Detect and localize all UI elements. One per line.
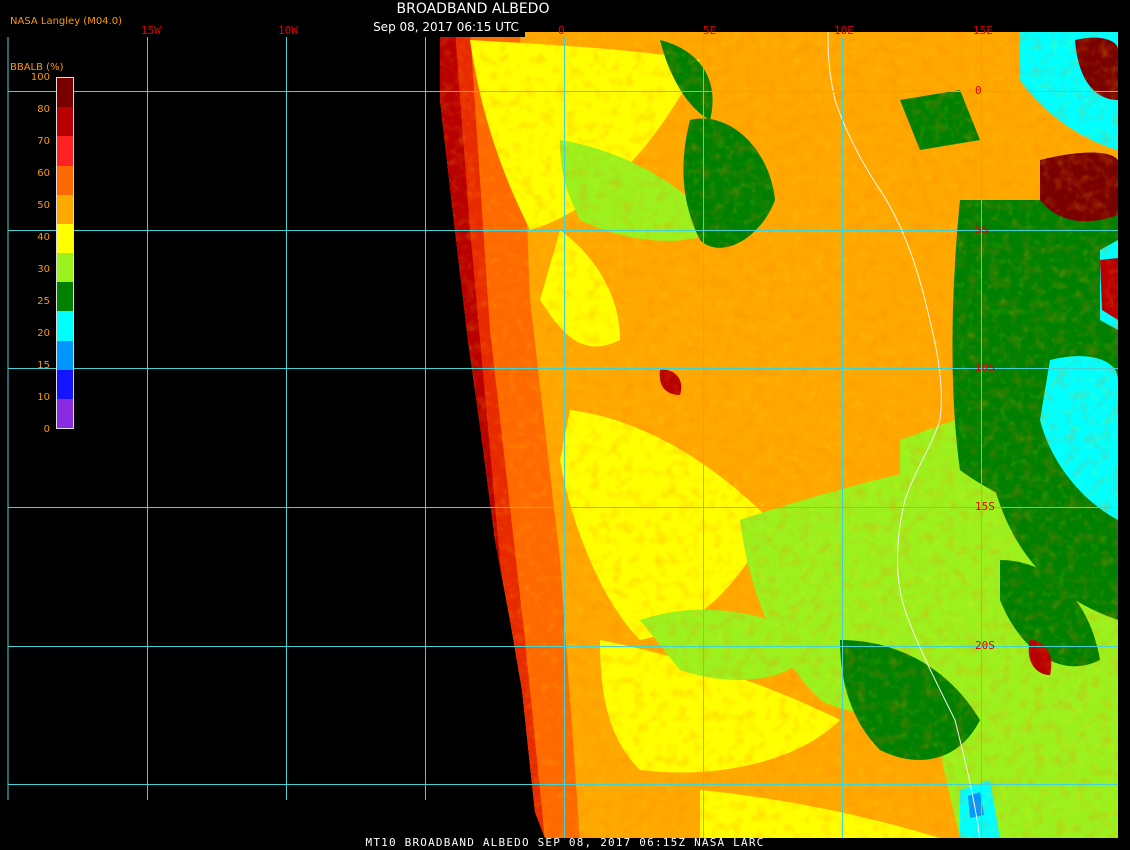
latitude-label: 10S <box>975 361 995 374</box>
longitude-label: 15E <box>973 24 993 37</box>
colorbar <box>56 77 74 429</box>
latitude-label: 5S <box>975 223 989 236</box>
colorbar-tick-label: 80 <box>37 104 50 115</box>
colorbar-tick-label: 30 <box>37 264 50 275</box>
colorbar-tick-label: 0 <box>43 424 50 435</box>
longitude-label: 10E <box>834 24 854 37</box>
satellite-image-viewer: BROADBAND ALBEDO Sep 08, 2017 06:15 UTC … <box>0 0 1130 850</box>
longitude-label: 0 <box>558 24 565 37</box>
longitude-label: 10W <box>278 24 298 37</box>
colorbar-segment <box>57 340 73 371</box>
longitude-label: 15W <box>141 24 161 37</box>
colorbar-segment <box>57 194 73 225</box>
colorbar-segment <box>57 311 73 341</box>
colorbar-tick-label: 15 <box>37 360 50 371</box>
footer-caption: MT10 BROADBAND ALBEDO SEP 08, 2017 06:15… <box>365 836 765 849</box>
albedo-imagery <box>440 32 1118 838</box>
colorbar-segment <box>57 282 73 312</box>
latitude-label: 20S <box>975 639 995 652</box>
colorbar-segment <box>57 136 73 166</box>
colorbar-tick-label: 70 <box>37 136 50 147</box>
longitude-label: 5E <box>703 24 717 37</box>
colorbar-segment <box>57 165 73 196</box>
colorbar-segment <box>57 78 73 108</box>
latitude-label: 15S <box>975 500 995 513</box>
colorbar-tick-label: 100 <box>30 72 50 83</box>
colorbar-segment <box>57 107 73 137</box>
source-label: NASA Langley (M04.0) <box>10 16 122 27</box>
colorbar-tick-label: 10 <box>37 392 50 403</box>
colorbar-tick-label: 25 <box>37 296 50 307</box>
colorbar-tick-label: 50 <box>37 200 50 211</box>
colorbar-segment <box>57 253 73 283</box>
map-title: BROADBAND ALBEDO <box>396 1 550 17</box>
colorbar-segment <box>57 223 73 254</box>
colorbar-segment <box>57 369 73 400</box>
colorbar-tick-label: 40 <box>37 232 50 243</box>
albedo-map <box>7 32 1118 838</box>
latitude-label: 0 <box>975 84 982 97</box>
colorbar-tick-label: 20 <box>37 328 50 339</box>
colorbar-tick-label: 60 <box>37 168 50 179</box>
colorbar-segment <box>57 398 73 429</box>
